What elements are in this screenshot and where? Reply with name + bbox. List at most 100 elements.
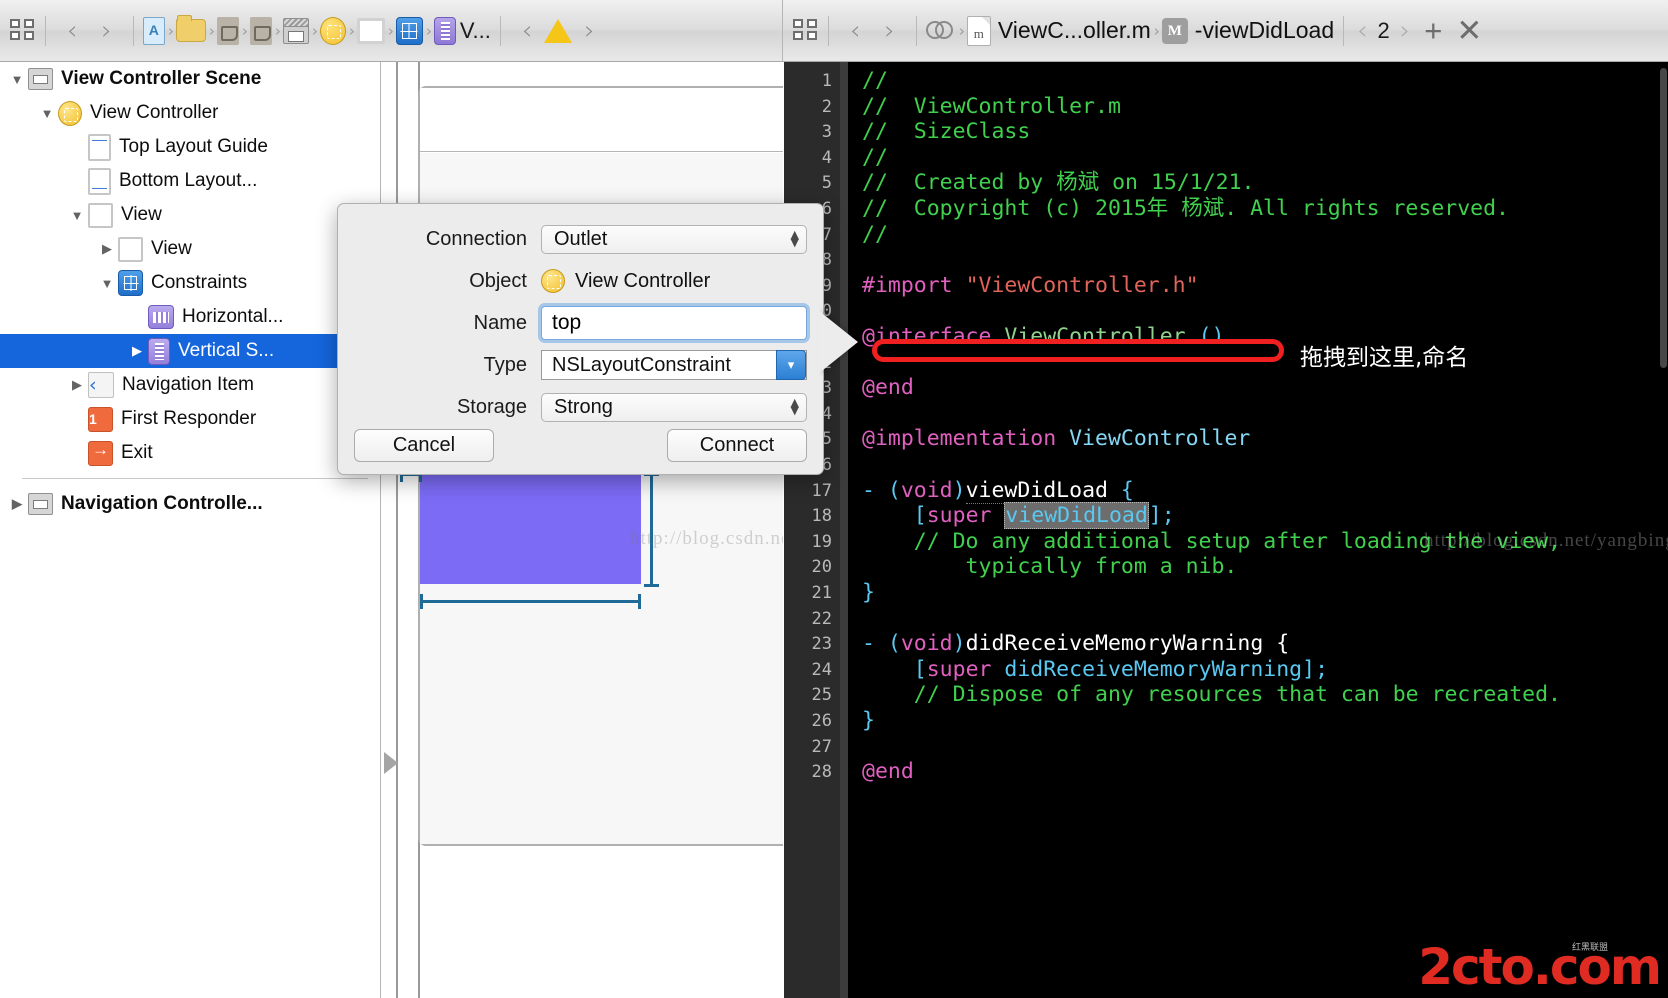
annotation-note-text: 拖拽到这里,命名 bbox=[1300, 338, 1468, 372]
storyboard-doc-icon[interactable] bbox=[217, 17, 239, 45]
type-combobox[interactable]: NSLayoutConstraint ▾ bbox=[541, 350, 807, 380]
storage-row: Storage Strong ▲ ▼ bbox=[338, 386, 823, 428]
outline-row-navigation-item[interactable]: ▶‹Navigation Item bbox=[0, 368, 380, 402]
outline-row-first-responder[interactable]: ▶1First Responder bbox=[0, 402, 380, 436]
chevron-updown-icon-2[interactable]: ▲ ▼ bbox=[791, 399, 799, 415]
method-breadcrumb[interactable]: -viewDidLoad bbox=[1195, 17, 1334, 44]
code-line: // bbox=[862, 145, 1668, 171]
line-number: 25 bbox=[786, 685, 832, 705]
line-number: 5 bbox=[786, 173, 832, 193]
editor-forward-chevron-icon[interactable]: › bbox=[872, 18, 906, 44]
outline-divider bbox=[22, 478, 368, 479]
code-line: // SizeClass bbox=[862, 119, 1668, 145]
method-badge-icon: M bbox=[1162, 18, 1188, 44]
connection-field[interactable]: Outlet ▲ ▼ bbox=[541, 225, 823, 254]
add-editor-button[interactable]: + bbox=[1414, 15, 1452, 46]
code-token: @end bbox=[862, 375, 914, 400]
chevron-down-icon[interactable]: ▾ bbox=[776, 350, 806, 380]
outline-row-bottom-layout[interactable]: ▶Bottom Layout... bbox=[0, 164, 380, 198]
code-token: ViewController bbox=[1069, 426, 1250, 451]
width-constraint-indicator[interactable] bbox=[420, 600, 641, 603]
editor-breadcrumb-sep-2: › bbox=[1154, 22, 1160, 40]
outline-row-horizontal[interactable]: ▶Horizontal... bbox=[0, 300, 380, 334]
outline-row-view-controller-scene[interactable]: ▼View Controller Scene bbox=[0, 62, 380, 96]
code-line: } bbox=[862, 708, 1668, 734]
outline-row-label: Top Layout Guide bbox=[119, 136, 268, 158]
issue-back-chevron-icon[interactable]: ‹ bbox=[510, 18, 544, 44]
toolbar-divider-2 bbox=[133, 16, 134, 46]
disclosure-triangle-icon[interactable]: ▼ bbox=[96, 276, 118, 291]
code-token: void bbox=[901, 478, 953, 503]
view-controller-icon[interactable] bbox=[320, 17, 346, 45]
view-controller-icon-small bbox=[541, 269, 565, 293]
toolbar-truncated-label: V... bbox=[460, 18, 491, 44]
breadcrumb-sep-1: › bbox=[168, 22, 174, 40]
storage-field[interactable]: Strong ▲ ▼ bbox=[541, 393, 823, 422]
forward-chevron-icon[interactable]: › bbox=[89, 18, 123, 44]
vertical-constraint-icon[interactable] bbox=[434, 17, 456, 45]
warning-icon[interactable] bbox=[544, 19, 572, 43]
connection-select[interactable]: Outlet ▲ ▼ bbox=[541, 225, 807, 254]
file-breadcrumb[interactable]: ViewC...oller.m bbox=[998, 17, 1151, 44]
code-line: typically from a nib. bbox=[862, 554, 1668, 580]
outline-row-view[interactable]: ▶View bbox=[0, 232, 380, 266]
line-number: 27 bbox=[786, 737, 832, 757]
editor-scrollbar[interactable] bbox=[1660, 68, 1667, 368]
outline-footer-row[interactable]: ▶Navigation Controlle... bbox=[0, 487, 380, 521]
outline-row-vertical-s[interactable]: ▶Vertical S... bbox=[0, 334, 380, 368]
outline-row-exit[interactable]: ▶Exit bbox=[0, 436, 380, 470]
constraints-icon[interactable] bbox=[396, 17, 423, 45]
disclosure-triangle-icon[interactable]: ▶ bbox=[6, 496, 28, 512]
outline-row-label: Vertical S... bbox=[178, 340, 274, 362]
code-token: viewDidLoad bbox=[1004, 502, 1148, 529]
connection-select-value: Outlet bbox=[554, 228, 607, 251]
selected-subview[interactable] bbox=[420, 474, 641, 584]
cancel-button[interactable]: Cancel bbox=[354, 429, 494, 462]
objc-file-icon[interactable]: m bbox=[967, 16, 991, 46]
create-outlet-popover[interactable]: Connection Outlet ▲ ▼ Object View Contro… bbox=[337, 203, 824, 475]
object-field: View Controller bbox=[541, 269, 823, 293]
name-field[interactable]: top bbox=[541, 306, 823, 340]
disclosure-triangle-icon[interactable]: ▶ bbox=[66, 377, 88, 393]
view-icon bbox=[118, 237, 143, 262]
folder-icon[interactable] bbox=[176, 19, 206, 42]
disclosure-triangle-icon[interactable]: ▼ bbox=[36, 106, 58, 121]
toolbar-divider-3 bbox=[500, 16, 501, 46]
code-token: // ViewController.m bbox=[862, 94, 1121, 119]
connect-button[interactable]: Connect bbox=[667, 429, 807, 462]
document-outline-panel[interactable]: ▼View Controller Scene▼View Controller▶T… bbox=[0, 62, 381, 998]
navigator-grid-icon[interactable] bbox=[10, 19, 36, 43]
editor-back-chevron-icon[interactable]: ‹ bbox=[838, 18, 872, 44]
canvas-expand-arrow-icon[interactable] bbox=[384, 752, 398, 774]
outline-row-top-layout-guide[interactable]: ▶Top Layout Guide bbox=[0, 130, 380, 164]
related-items-icon[interactable] bbox=[926, 18, 956, 44]
outline-row-constraints[interactable]: ▼Constraints bbox=[0, 266, 380, 300]
counter-next-icon[interactable]: › bbox=[1396, 18, 1414, 44]
scene-icon[interactable] bbox=[283, 18, 309, 44]
type-field[interactable]: NSLayoutConstraint ▾ bbox=[541, 350, 823, 380]
disclosure-triangle-icon[interactable]: ▼ bbox=[66, 208, 88, 223]
editor-grid-icon[interactable] bbox=[793, 19, 819, 43]
code-token: // bbox=[862, 145, 888, 170]
view-icon[interactable] bbox=[357, 18, 385, 44]
close-editor-button[interactable]: ✕ bbox=[1452, 15, 1494, 46]
name-input[interactable]: top bbox=[541, 306, 807, 340]
issue-forward-chevron-icon[interactable]: › bbox=[572, 18, 606, 44]
disclosure-triangle-icon[interactable]: ▶ bbox=[96, 241, 118, 257]
storyboard-doc-icon-2[interactable] bbox=[250, 17, 272, 45]
project-file-icon[interactable] bbox=[143, 17, 165, 45]
line-number: 4 bbox=[786, 148, 832, 168]
disclosure-spacer: ▶ bbox=[66, 445, 88, 461]
source-code-editor[interactable]: 1234567891011121314151617181920212223242… bbox=[784, 62, 1668, 998]
storage-select-value: Strong bbox=[554, 396, 613, 419]
storage-select[interactable]: Strong ▲ ▼ bbox=[541, 393, 807, 422]
disclosure-triangle-icon[interactable]: ▼ bbox=[6, 72, 28, 87]
outline-row-view[interactable]: ▼View bbox=[0, 198, 380, 232]
chevron-updown-icon[interactable]: ▲ ▼ bbox=[791, 231, 799, 247]
connection-row: Connection Outlet ▲ ▼ bbox=[338, 218, 823, 260]
watermark-tagline: 红黑联盟 bbox=[1572, 944, 1608, 953]
code-token: [ bbox=[862, 503, 927, 528]
back-chevron-icon[interactable]: ‹ bbox=[55, 18, 89, 44]
outline-row-view-controller[interactable]: ▼View Controller bbox=[0, 96, 380, 130]
counter-prev-icon[interactable]: ‹ bbox=[1353, 18, 1371, 44]
